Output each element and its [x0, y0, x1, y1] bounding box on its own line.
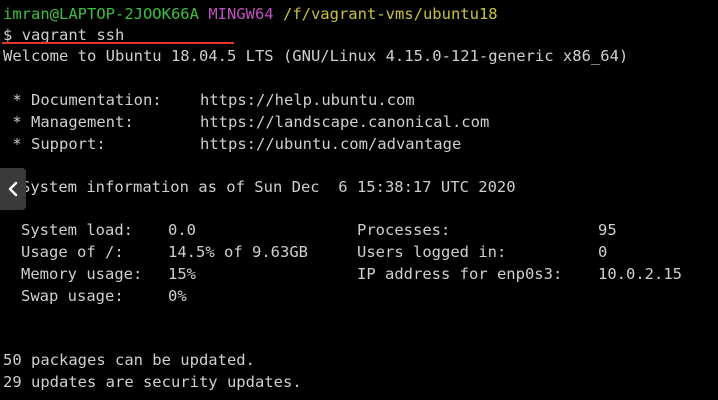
prompt-shell: MINGW64 [208, 5, 274, 23]
stat-value: 0 [598, 243, 608, 261]
stat-value: 95 [598, 221, 617, 239]
stat-value: 0.0 [168, 221, 196, 239]
stat-value: 10.0.2.15 [598, 265, 682, 283]
stat-label: Processes: [357, 221, 451, 239]
link-label-management: * Management: [3, 113, 134, 131]
updates-line: 29 updates are security updates. [3, 373, 302, 391]
terminal-window[interactable]: imran@LAPTOP-2JOOK66A MINGW64 /f/vagrant… [0, 0, 718, 400]
stat-value: 0% [168, 287, 187, 305]
link-url-management[interactable]: https://landscape.canonical.com [200, 111, 489, 133]
link-label-documentation: * Documentation: [3, 91, 162, 109]
stat-label: IP address for enp0s3: [357, 265, 563, 283]
sysinfo-header: System information as of Sun Dec 6 15:38… [21, 178, 516, 196]
stat-label: Usage of /: [21, 243, 124, 261]
command-underline [2, 42, 234, 44]
updates-line: 50 packages can be updated. [3, 351, 255, 369]
previous-button[interactable] [0, 168, 26, 210]
prompt-line: imran@LAPTOP-2JOOK66A MINGW64 /f/vagrant… [3, 3, 498, 25]
prompt-user-host: imran@LAPTOP-2JOOK66A [3, 5, 199, 23]
stat-value: 14.5% of 9.63GB [168, 243, 308, 261]
link-url-documentation[interactable]: https://help.ubuntu.com [200, 89, 415, 111]
stat-label: Memory usage: [21, 265, 143, 283]
chevron-left-icon [7, 180, 19, 198]
stat-label: Swap usage: [21, 287, 124, 305]
link-url-support[interactable]: https://ubuntu.com/advantage [200, 133, 461, 155]
stat-label: Users logged in: [357, 243, 507, 261]
welcome-text: Welcome to Ubuntu 18.04.5 LTS (GNU/Linux… [3, 47, 629, 65]
link-label-support: * Support: [3, 135, 106, 153]
stat-value: 15% [168, 265, 196, 283]
stat-label: System load: [21, 221, 133, 239]
prompt-path: /f/vagrant-vms/ubuntu18 [282, 5, 498, 23]
